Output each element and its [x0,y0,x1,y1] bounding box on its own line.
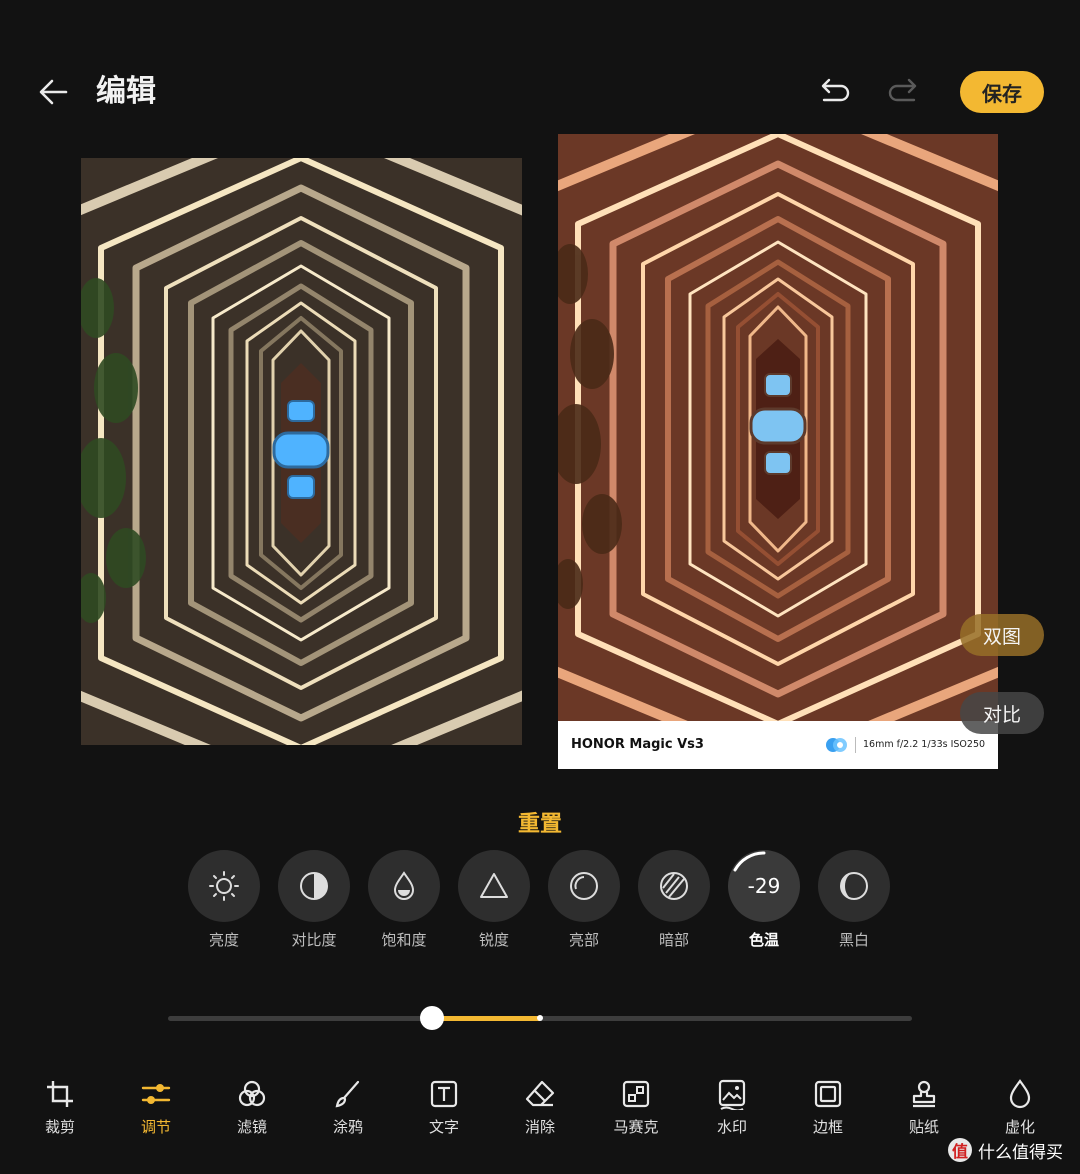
mosaic-icon [622,1080,650,1108]
watermark-icon [718,1079,746,1110]
adjust-icon [141,1084,171,1104]
slider-fill [432,1016,540,1021]
nav-watermark[interactable]: 水印 [684,1078,780,1137]
temperature-icon: -29 [728,850,800,922]
nav-label: 虚化 [1004,1118,1035,1136]
undo-icon[interactable] [815,74,853,110]
drop-icon [368,850,440,922]
highlights-icon [548,850,620,922]
nav-label: 调节 [140,1118,171,1136]
tool-temperature[interactable]: -29 色温 [719,850,809,950]
nav-blur[interactable]: 虚化 [972,1078,1068,1137]
tool-sharpness[interactable]: 锐度 [449,850,539,950]
watermark-divider [855,737,856,753]
sun-icon [188,850,260,922]
slider-thumb[interactable] [420,1006,445,1030]
tool-saturation[interactable]: 饱和度 [359,850,449,950]
nav-label: 水印 [716,1118,747,1136]
tool-brightness[interactable]: 亮度 [179,850,269,950]
nav-label: 滤镜 [236,1118,267,1136]
save-button[interactable]: 保存 [960,71,1044,113]
nav-text[interactable]: 文字 [396,1078,492,1137]
slider-zero-mark [537,1015,543,1021]
bw-icon [818,850,890,922]
brush-icon [335,1080,360,1108]
reset-button[interactable]: 重置 [490,806,590,838]
redo-icon[interactable] [885,74,923,110]
tool-highlights[interactable]: 亮部 [539,850,629,950]
page-title: 编辑 [96,74,156,109]
compare-button[interactable]: 对比 [960,692,1044,734]
nav-crop[interactable]: 裁剪 [12,1078,108,1137]
nav-label: 文字 [428,1118,459,1136]
frame-icon [814,1080,842,1108]
tool-label: 暗部 [658,931,689,949]
lens-logo-icon [824,736,850,754]
tool-contrast[interactable]: 对比度 [269,850,359,950]
nav-adjust[interactable]: 调节 [108,1078,204,1137]
tool-shadows[interactable]: 暗部 [629,850,719,950]
nav-frame[interactable]: 边框 [780,1078,876,1137]
nav-mosaic[interactable]: 马赛克 [588,1078,684,1137]
tool-label: 饱和度 [381,931,427,949]
contrast-icon [278,850,350,922]
brand-text: 什么值得买 [978,1142,1063,1163]
temperature-slider[interactable] [168,1006,912,1030]
photo-watermark: HONOR Magic Vs3 16mm f/2.2 1/33s ISO250 [558,721,998,769]
nav-label: 涂鸦 [332,1118,363,1136]
site-watermark: 值 什么值得买 [948,1136,1063,1164]
watermark-model: HONOR Magic Vs3 [571,737,704,752]
tool-black-white[interactable]: 黑白 [809,850,899,950]
nav-doodle[interactable]: 涂鸦 [300,1078,396,1137]
edited-photo-image [558,134,998,721]
nav-label: 消除 [524,1118,555,1136]
nav-sticker[interactable]: 贴纸 [876,1078,972,1137]
eraser-icon [525,1080,555,1107]
nav-label: 边框 [812,1118,843,1136]
filter-icon [238,1080,266,1107]
tool-label: 黑白 [838,931,869,949]
shadows-icon [638,850,710,922]
sticker-icon [912,1080,936,1108]
nav-label: 贴纸 [908,1118,939,1136]
brand-logo: 值 [948,1138,972,1162]
nav-label: 裁剪 [44,1118,75,1136]
edited-photo[interactable]: HONOR Magic Vs3 16mm f/2.2 1/33s ISO250 [558,134,998,769]
original-photo[interactable] [81,158,522,745]
tool-label: 亮部 [568,931,599,949]
tool-label: 色温 [748,931,779,949]
crop-icon [47,1081,73,1107]
tool-label: 亮度 [208,931,239,949]
nav-label: 马赛克 [613,1118,659,1136]
tool-label: 锐度 [478,931,509,949]
nav-filter[interactable]: 滤镜 [204,1078,300,1137]
triangle-icon [458,850,530,922]
blur-icon [1009,1079,1031,1109]
text-icon [430,1080,458,1108]
tool-label: 对比度 [291,931,337,949]
dual-view-button[interactable]: 双图 [960,614,1044,656]
back-arrow-icon[interactable] [36,72,76,112]
nav-erase[interactable]: 消除 [492,1078,588,1137]
